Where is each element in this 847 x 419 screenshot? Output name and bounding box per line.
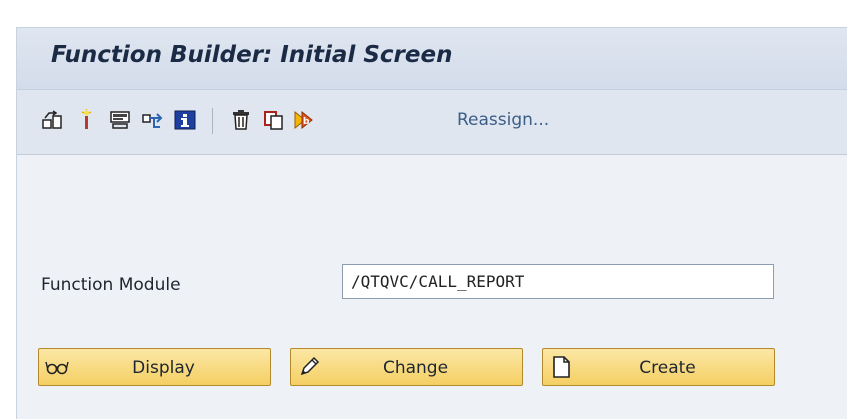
copy-icon[interactable]	[263, 109, 285, 131]
application-toolbar: b Reassign...	[17, 90, 847, 155]
info-icon[interactable]	[174, 109, 196, 131]
display-button-label: Display	[132, 358, 195, 378]
other-object-icon[interactable]	[41, 109, 63, 131]
rename-icon[interactable]: b	[294, 109, 316, 131]
create-button-label: Create	[639, 358, 696, 378]
svg-text:b: b	[303, 117, 310, 127]
page-title: Function Builder: Initial Screen	[51, 42, 453, 68]
check-icon[interactable]	[75, 109, 97, 131]
display-button[interactable]: Display	[38, 348, 271, 386]
delete-icon[interactable]	[230, 109, 252, 131]
toolbar-separator	[212, 108, 213, 134]
title-bar: Function Builder: Initial Screen	[17, 28, 847, 90]
test-icon[interactable]	[109, 109, 131, 131]
function-module-input[interactable]	[342, 264, 774, 299]
sap-window: Function Builder: Initial Screen b Reass…	[16, 27, 847, 419]
create-button[interactable]: Create	[542, 348, 775, 386]
reassign-button[interactable]: Reassign...	[457, 110, 549, 130]
change-button-label: Change	[382, 358, 449, 378]
where-used-icon[interactable]	[141, 109, 163, 131]
change-button[interactable]: Change	[290, 348, 523, 386]
function-module-label: Function Module	[41, 275, 181, 295]
